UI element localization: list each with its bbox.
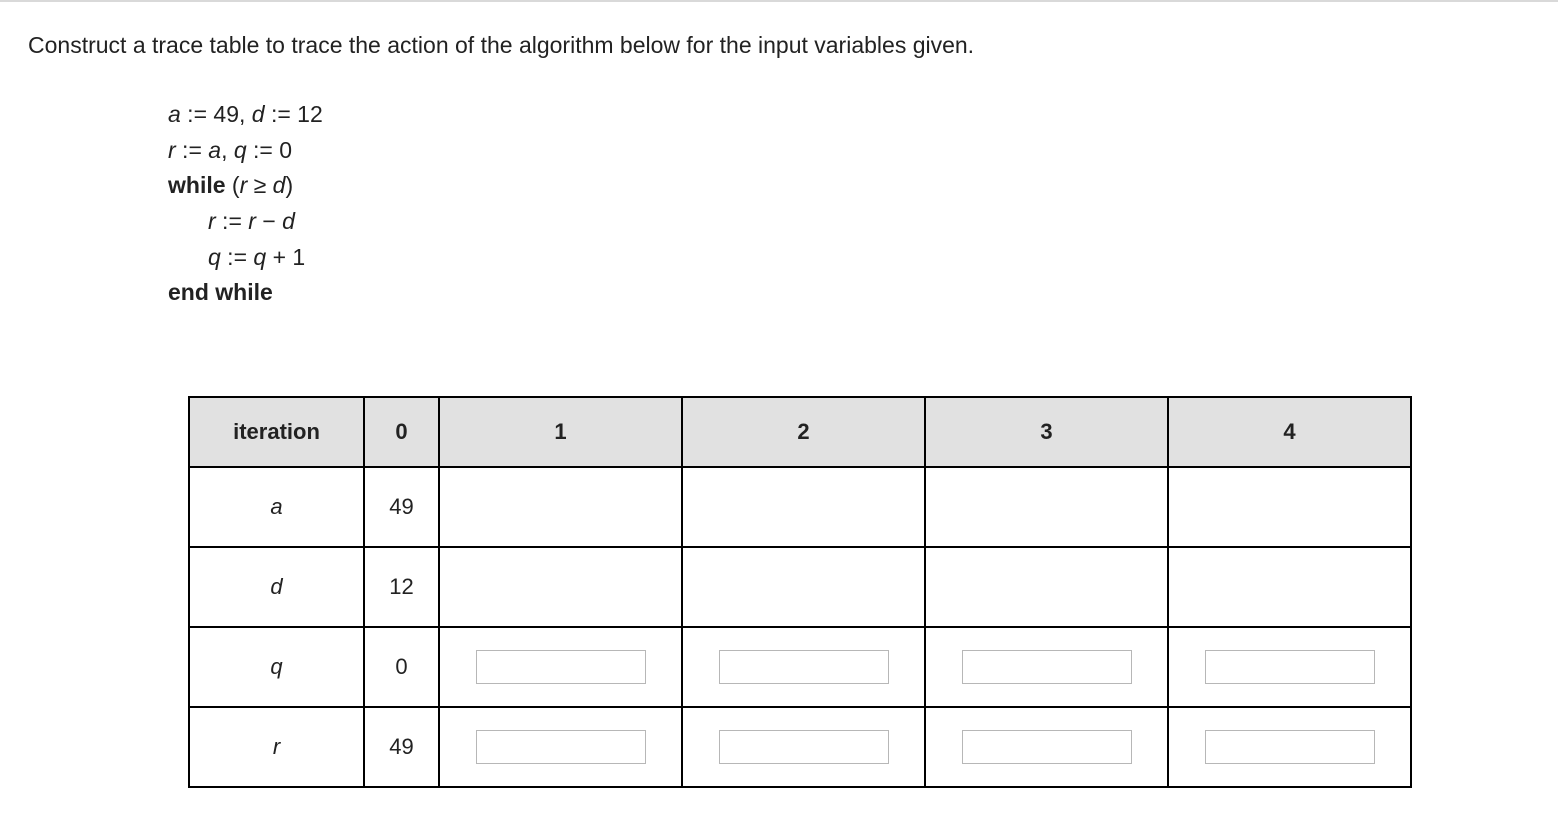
cell-iteration — [682, 547, 925, 627]
algo-var-r: r — [208, 208, 216, 234]
cell-initial-value: 0 — [364, 627, 439, 707]
cell-iteration — [439, 547, 682, 627]
header-iter-3: 3 — [925, 397, 1168, 467]
algo-line-3: while (r ≥ d) — [168, 168, 1530, 204]
header-iteration-label: iteration — [189, 397, 364, 467]
cell-iteration — [682, 707, 925, 787]
row-variable-name: a — [270, 494, 282, 519]
algo-text: ≥ — [247, 172, 272, 198]
cell-iteration — [1168, 627, 1411, 707]
algo-line-2: r := a, q := 0 — [168, 133, 1530, 169]
header-iter-4: 4 — [1168, 397, 1411, 467]
cell-iteration — [439, 467, 682, 547]
trace-input-r-iter1[interactable] — [476, 730, 646, 764]
algo-text: := 0 — [247, 137, 292, 163]
algo-var-d: d — [252, 101, 265, 127]
table-row: q0 — [189, 627, 1411, 707]
algo-var-q: q — [253, 244, 266, 270]
algo-var-r: r — [168, 137, 176, 163]
algo-text: := — [216, 208, 249, 234]
row-variable-name: r — [273, 734, 280, 759]
algo-keyword-while: while — [168, 172, 226, 198]
trace-input-r-iter4[interactable] — [1205, 730, 1375, 764]
cell-initial-value: 12 — [364, 547, 439, 627]
algo-keyword-endwhile: end while — [168, 279, 273, 305]
row-variable-label: d — [189, 547, 364, 627]
trace-input-q-iter2[interactable] — [719, 650, 889, 684]
cell-iteration — [1168, 467, 1411, 547]
algo-var-d: d — [273, 172, 286, 198]
algo-var-q: q — [208, 244, 221, 270]
trace-table: iteration 0 1 2 3 4 a49d12q0r49 — [188, 396, 1412, 788]
table-header-row: iteration 0 1 2 3 4 — [189, 397, 1411, 467]
cell-initial-value: 49 — [364, 707, 439, 787]
header-iter-1: 1 — [439, 397, 682, 467]
row-variable-name: d — [270, 574, 282, 599]
algo-var-a: a — [168, 101, 181, 127]
cell-iteration — [439, 627, 682, 707]
trace-input-q-iter1[interactable] — [476, 650, 646, 684]
row-variable-label: r — [189, 707, 364, 787]
cell-initial-value: 49 — [364, 467, 439, 547]
algo-var-d: d — [282, 208, 295, 234]
cell-iteration — [1168, 707, 1411, 787]
table-row: a 49 — [189, 467, 1411, 547]
header-iter-0: 0 — [364, 397, 439, 467]
algo-text: := — [221, 244, 254, 270]
algo-line-4: r := r − d — [168, 204, 1530, 240]
algo-line-1: a := 49, d := 12 — [168, 97, 1530, 133]
algo-var-r: r — [248, 208, 256, 234]
algo-line-5: q := q + 1 — [168, 240, 1530, 276]
algo-text: := — [176, 137, 209, 163]
row-variable-name: q — [270, 654, 282, 679]
trace-input-r-iter2[interactable] — [719, 730, 889, 764]
trace-input-q-iter3[interactable] — [962, 650, 1132, 684]
cell-iteration — [925, 627, 1168, 707]
trace-input-q-iter4[interactable] — [1205, 650, 1375, 684]
table-row: d 12 — [189, 547, 1411, 627]
cell-iteration — [1168, 547, 1411, 627]
algo-text: := 49, — [181, 101, 252, 127]
cell-iteration — [682, 467, 925, 547]
row-variable-label: q — [189, 627, 364, 707]
algo-var-a: a — [208, 137, 221, 163]
cell-iteration — [925, 467, 1168, 547]
algo-text: + 1 — [266, 244, 305, 270]
header-iter-2: 2 — [682, 397, 925, 467]
algo-text: ) — [285, 172, 293, 198]
trace-input-r-iter3[interactable] — [962, 730, 1132, 764]
algo-text: := 12 — [265, 101, 323, 127]
question-prompt: Construct a trace table to trace the act… — [28, 30, 1530, 61]
cell-iteration — [925, 547, 1168, 627]
row-variable-label: a — [189, 467, 364, 547]
cell-iteration — [682, 627, 925, 707]
algo-text: − — [256, 208, 282, 234]
table-row: r 49 — [189, 707, 1411, 787]
algo-text: , — [221, 137, 234, 163]
cell-iteration — [439, 707, 682, 787]
algo-line-6: end while — [168, 275, 1530, 311]
cell-iteration — [925, 707, 1168, 787]
algo-text: ( — [226, 172, 240, 198]
algo-var-q: q — [234, 137, 247, 163]
algorithm-block: a := 49, d := 12 r := a, q := 0 while (r… — [168, 97, 1530, 311]
